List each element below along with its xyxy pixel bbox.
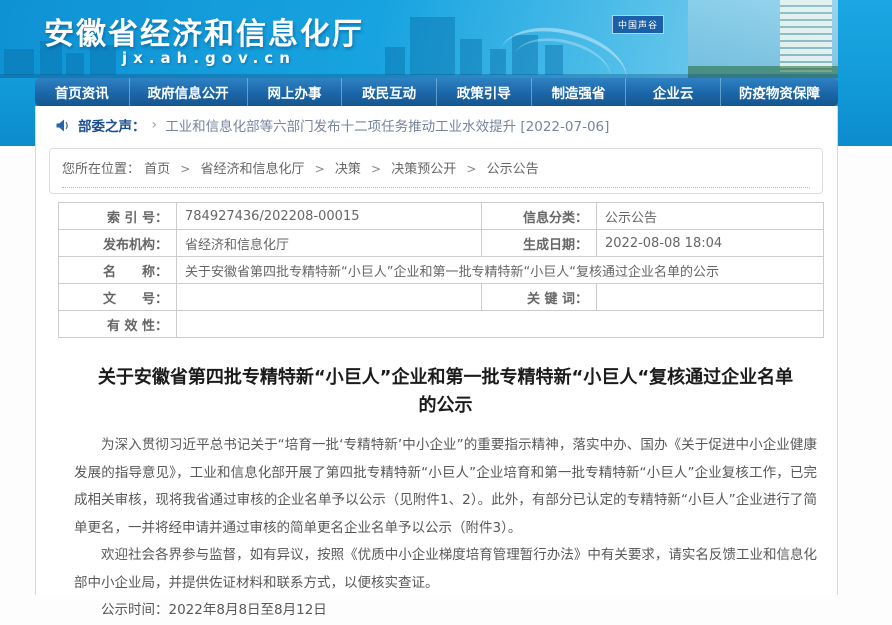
breadcrumb-item-dept[interactable]: 省经济和信息化厅 <box>201 162 305 177</box>
breadcrumb-item-decision[interactable]: 决策 <box>335 162 361 177</box>
building-shape <box>4 49 34 75</box>
nav-item-manufacture[interactable]: 制造强省 <box>531 78 626 106</box>
china-sound-valley-sign: 中国声谷 <box>612 15 664 34</box>
breadcrumb-item-pre-disclosure[interactable]: 决策预公开 <box>391 162 456 177</box>
document-meta-table: 索 引 号： 784927436/202208-00015 信息分类： 公示公告… <box>58 202 824 338</box>
main-navbar: 首页资讯 政府信息公开 网上办事 政民互动 政策引导 制造强省 企业云 防疫物资… <box>35 78 838 106</box>
table-row: 名 称： 关于安徽省第四批专精特新“小巨人”企业和第一批专精特新“小巨人“复核通… <box>59 257 824 284</box>
doc-name-value: 关于安徽省第四批专精特新“小巨人”企业和第一批专精特新“小巨人“复核通过企业名单… <box>177 257 824 284</box>
article-title: 关于安徽省第四批专精特新“小巨人”企业和第一批专精特新“小巨人“复核通过企业名单… <box>96 364 796 420</box>
site-url: jx.ah.gov.cn <box>122 49 296 67</box>
breadcrumb-separator: > <box>315 162 325 176</box>
breadcrumb-separator: > <box>466 162 476 176</box>
table-row: 发布机构： 省经济和信息化厅 生成日期： 2022-08-08 18:04 <box>59 230 824 257</box>
nav-item-cloud[interactable]: 企业云 <box>625 78 720 106</box>
article: 关于安徽省第四批专精特新“小巨人”企业和第一批专精特新“小巨人“复核通过企业名单… <box>36 364 837 625</box>
dotted-divider <box>62 186 810 188</box>
breadcrumb: 您所在位置： 首页 > 省经济和信息化厅 > 决策 > 决策预公开 > 公示公告 <box>62 158 810 177</box>
keyword-label: 关 键 词： <box>482 284 597 311</box>
breadcrumb-separator: > <box>371 162 381 176</box>
city-photo <box>688 0 838 78</box>
publicity-period-line: 公示时间：2022年8月8日至8月12日 <box>74 597 817 625</box>
validity-label: 有 效 性： <box>59 311 177 338</box>
doc-number-value <box>177 284 482 311</box>
table-row: 文 号： 关 键 词： <box>59 284 824 311</box>
ticker-headline-link[interactable]: 工业和信息化部等六部门发布十二项任务推动工业水效提升 [2022-07-06] <box>165 115 609 135</box>
article-paragraph: 为深入贯彻习近平总书记关于“培育一批‘专精特新’中小企业”的重要指示精神，落实中… <box>74 432 817 542</box>
nav-item-epidemic[interactable]: 防疫物资保障 <box>720 78 838 106</box>
nav-item-gov-info[interactable]: 政府信息公开 <box>129 78 247 106</box>
site-banner: 中国声谷 安徽省经济和信息化厅 jx.ah.gov.cn <box>0 0 838 78</box>
building-shape <box>780 0 832 72</box>
site-title: 安徽省经济和信息化厅 <box>44 9 364 53</box>
nav-item-home[interactable]: 首页资讯 <box>35 78 129 106</box>
building-shape <box>385 47 405 75</box>
breadcrumb-item-home[interactable]: 首页 <box>144 162 170 177</box>
generated-date-label: 生成日期： <box>482 230 597 257</box>
breadcrumb-item-announcements[interactable]: 公示公告 <box>487 162 539 177</box>
keyword-value <box>597 284 824 311</box>
validity-value <box>177 311 824 338</box>
ticker-label: 部委之声： <box>78 115 146 135</box>
content-wrapper: 部委之声： › 工业和信息化部等六部门发布十二项任务推动工业水效提升 [2022… <box>35 106 838 595</box>
doc-name-label: 名 称： <box>59 257 177 284</box>
issuing-agency-label: 发布机构： <box>59 230 177 257</box>
info-category-label: 信息分类： <box>482 203 597 230</box>
nav-item-policy[interactable]: 政策引导 <box>436 78 531 106</box>
index-number-value: 784927436/202208-00015 <box>177 203 482 230</box>
news-ticker: 部委之声： › 工业和信息化部等六部门发布十二项任务推动工业水效提升 [2022… <box>36 106 837 144</box>
doc-number-label: 文 号： <box>59 284 177 311</box>
issuing-agency-value: 省经济和信息化厅 <box>177 230 482 257</box>
building-shape <box>66 53 84 75</box>
chevron-right-icon: › <box>152 117 158 133</box>
nav-item-interaction[interactable]: 政民互动 <box>341 78 436 106</box>
table-row: 有 效 性： <box>59 311 824 338</box>
nav-item-services[interactable]: 网上办事 <box>247 78 342 106</box>
breadcrumb-separator: > <box>180 162 190 176</box>
generated-date-value: 2022-08-08 18:04 <box>597 230 824 257</box>
building-shape <box>410 17 455 75</box>
breadcrumb-box: 您所在位置： 首页 > 省经济和信息化厅 > 决策 > 决策预公开 > 公示公告 <box>49 148 823 194</box>
index-number-label: 索 引 号： <box>59 203 177 230</box>
breadcrumb-prefix: 您所在位置： <box>62 162 140 177</box>
table-row: 索 引 号： 784927436/202208-00015 信息分类： 公示公告 <box>59 203 824 230</box>
speaker-icon <box>56 119 70 132</box>
article-paragraph: 欢迎社会各界参与监督，如有异议，按照《优质中小企业梯度培育管理暂行办法》中有关要… <box>74 542 817 597</box>
building-shape <box>460 39 482 75</box>
info-category-value: 公示公告 <box>597 203 824 230</box>
